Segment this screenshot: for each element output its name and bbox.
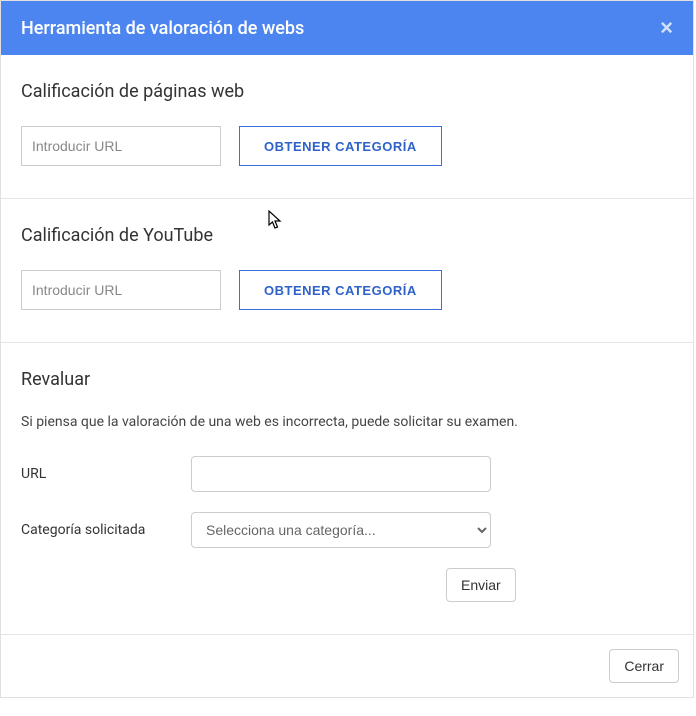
section-heading-youtube: Calificación de YouTube: [21, 225, 673, 246]
modal-body: Calificación de páginas web OBTENER CATE…: [1, 55, 693, 634]
section-web-rating: Calificación de páginas web OBTENER CATE…: [1, 55, 693, 198]
modal-footer: Cerrar: [1, 634, 693, 697]
reval-send-row: Enviar: [21, 568, 673, 602]
section-heading-reval: Revaluar: [21, 369, 673, 390]
reval-category-label: Categoría solicitada: [21, 522, 191, 538]
reval-category-select[interactable]: Selecciona una categoría...: [191, 512, 491, 548]
close-icon[interactable]: ×: [660, 17, 673, 39]
reval-url-label: URL: [21, 466, 191, 482]
modal-title: Herramienta de valoración de webs: [21, 18, 304, 39]
youtube-url-input[interactable]: [21, 270, 221, 310]
youtube-input-row: OBTENER CATEGORÍA: [21, 270, 673, 310]
reval-url-input[interactable]: [191, 456, 491, 492]
web-url-input[interactable]: [21, 126, 221, 166]
reval-url-row: URL: [21, 456, 673, 492]
reval-description: Si piensa que la valoración de una web e…: [21, 414, 673, 430]
reval-send-button[interactable]: Enviar: [446, 568, 516, 602]
modal-dialog: Herramienta de valoración de webs × Cali…: [0, 0, 694, 698]
modal-header: Herramienta de valoración de webs ×: [1, 1, 693, 55]
reval-category-row: Categoría solicitada Selecciona una cate…: [21, 512, 673, 548]
youtube-get-category-button[interactable]: OBTENER CATEGORÍA: [239, 270, 442, 310]
section-heading-web: Calificación de páginas web: [21, 81, 673, 102]
section-youtube-rating: Calificación de YouTube OBTENER CATEGORÍ…: [1, 198, 693, 342]
web-input-row: OBTENER CATEGORÍA: [21, 126, 673, 166]
section-reval: Revaluar Si piensa que la valoración de …: [1, 342, 693, 634]
web-get-category-button[interactable]: OBTENER CATEGORÍA: [239, 126, 442, 166]
close-button[interactable]: Cerrar: [609, 649, 679, 683]
